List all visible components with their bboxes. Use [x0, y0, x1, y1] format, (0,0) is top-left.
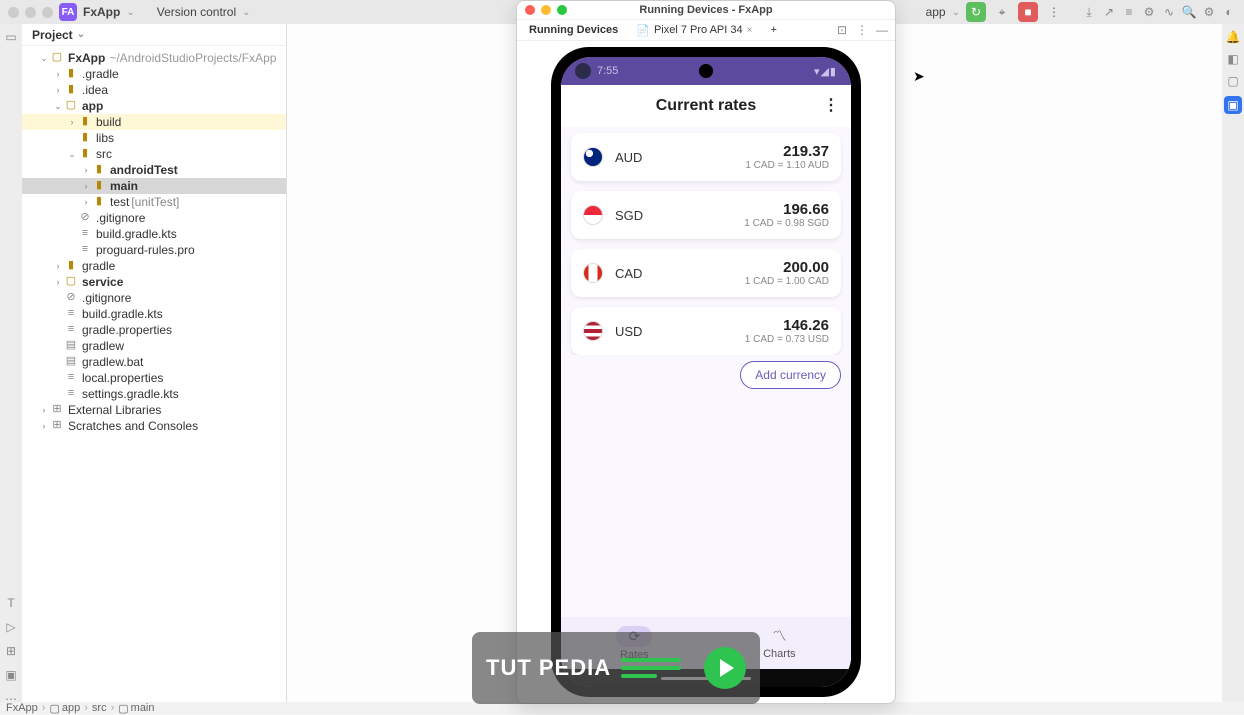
- chevron-down-icon[interactable]: ⌄: [952, 7, 960, 18]
- project-tool-window: Project⌄ ⌄▢FxApp~/AndroidStudioProjects/…: [22, 24, 287, 702]
- rate-card[interactable]: SGD 196.661 CAD = 0.98 SGD: [571, 191, 841, 239]
- rate-value: 146.26: [745, 317, 829, 334]
- notifications-icon[interactable]: 🔔: [1226, 30, 1240, 44]
- device-tabs: Running Devices 📄Pixel 7 Pro API 34× + ⊡…: [517, 19, 895, 41]
- currency-code: USD: [615, 324, 642, 339]
- play-button[interactable]: [704, 647, 746, 689]
- emulator-frame: 7:55 ▾◢▮ Current rates ⋮ AUD219.371 CAD …: [551, 47, 861, 697]
- more-icon[interactable]: ⋮: [855, 23, 869, 37]
- flag-icon: [583, 263, 603, 283]
- gradle-icon[interactable]: ◧: [1226, 52, 1240, 66]
- rate-sub: 1 CAD = 0.73 USD: [745, 334, 829, 345]
- commit-icon[interactable]: ↗: [1102, 5, 1116, 19]
- flag-icon: [583, 321, 603, 341]
- minimize-tool-icon[interactable]: —: [875, 23, 889, 37]
- project-tool-icon[interactable]: ▭: [4, 30, 18, 44]
- nav-charts[interactable]: 〽 Charts: [763, 626, 795, 660]
- currency-code: CAD: [615, 266, 642, 281]
- rate-sub: 1 CAD = 0.98 SGD: [744, 218, 829, 229]
- window-title: Running Devices - FxApp: [517, 4, 895, 16]
- terminal-icon[interactable]: ▣: [4, 668, 18, 682]
- overflow-menu-icon[interactable]: ⋮: [823, 95, 839, 115]
- running-devices-icon[interactable]: ▣: [1224, 96, 1242, 114]
- run-button[interactable]: ↻: [966, 2, 986, 22]
- more-actions-icon[interactable]: ⋮: [1044, 2, 1064, 22]
- overlay-brand: TUT PEDIA: [486, 655, 611, 681]
- version-control-menu[interactable]: Version control: [157, 5, 236, 19]
- add-currency-button[interactable]: Add currency: [740, 361, 841, 389]
- page-title: Current rates: [656, 97, 756, 115]
- profiler-icon[interactable]: ∿: [1162, 5, 1176, 19]
- chevron-down-icon[interactable]: ⌄: [242, 7, 250, 18]
- sync-icon[interactable]: ≡: [1122, 5, 1136, 19]
- rate-sub: 1 CAD = 1.00 CAD: [745, 276, 829, 287]
- tutpedia-overlay[interactable]: TUT PEDIA: [472, 632, 760, 704]
- close-tab-icon[interactable]: ×: [747, 25, 753, 36]
- project-tree[interactable]: ⌄▢FxApp~/AndroidStudioProjects/FxApp ›▮.…: [22, 46, 286, 434]
- rate-value: 196.66: [744, 201, 829, 218]
- rate-card[interactable]: CAD 200.001 CAD = 1.00 CAD: [571, 249, 841, 297]
- device-manager-icon[interactable]: ▢: [1226, 74, 1240, 88]
- account-icon[interactable]: ◐: [1222, 5, 1236, 19]
- tab-running-devices[interactable]: Running Devices: [523, 20, 624, 40]
- add-tab-icon[interactable]: +: [764, 20, 782, 40]
- running-devices-window: Running Devices - FxApp Running Devices …: [516, 0, 896, 704]
- currency-code: AUD: [615, 150, 642, 165]
- project-icon: FA: [59, 3, 77, 21]
- rates-list[interactable]: AUD219.371 CAD = 1.10 AUDSGD196.661 CAD …: [561, 127, 851, 355]
- right-tool-stripe: 🔔 ◧ ▢ ▣: [1222, 24, 1244, 714]
- chevron-down-icon[interactable]: ⌄: [126, 7, 134, 18]
- android-statusbar: 7:55 ▾◢▮: [561, 57, 851, 85]
- stop-button[interactable]: ■: [1018, 2, 1038, 22]
- tab-device[interactable]: 📄Pixel 7 Pro API 34×: [630, 20, 758, 40]
- debug-button[interactable]: ⌖: [992, 2, 1012, 22]
- build-variants-icon[interactable]: ⊞: [4, 644, 18, 658]
- snapshot-icon[interactable]: ⊡: [835, 23, 849, 37]
- settings-icon[interactable]: ⚙: [1202, 5, 1216, 19]
- status-time: 7:55: [597, 65, 618, 77]
- camera-cutout: [699, 64, 713, 78]
- search-icon[interactable]: 🔍: [1182, 5, 1196, 19]
- rate-card[interactable]: AUD 219.371 CAD = 1.10 AUD: [571, 133, 841, 181]
- project-name[interactable]: FxApp: [83, 5, 120, 19]
- chart-icon: 〽: [772, 626, 786, 646]
- app-header: Current rates ⋮: [561, 85, 851, 127]
- rate-value: 200.00: [745, 259, 829, 276]
- status-indicators: ▾◢▮: [814, 65, 837, 78]
- selected-tree-item[interactable]: ›▮main: [22, 178, 286, 194]
- rate-sub: 1 CAD = 1.10 AUD: [745, 160, 829, 171]
- gear-icon[interactable]: ⚙: [1142, 5, 1156, 19]
- flag-icon: [583, 147, 603, 167]
- structure-icon[interactable]: T: [4, 596, 18, 610]
- emulator-screen[interactable]: 7:55 ▾◢▮ Current rates ⋮ AUD219.371 CAD …: [561, 57, 851, 687]
- currency-code: SGD: [615, 208, 643, 223]
- flag-icon: [583, 205, 603, 225]
- run-config-selector[interactable]: app: [926, 5, 946, 19]
- rate-value: 219.37: [745, 143, 829, 160]
- window-titlebar[interactable]: Running Devices - FxApp: [517, 1, 895, 19]
- project-header[interactable]: Project⌄: [22, 24, 286, 46]
- left-tool-stripe: ▭ T ▷ ⊞ ▣ ⋯: [0, 24, 22, 714]
- mac-traffic-lights[interactable]: [8, 7, 53, 18]
- update-icon[interactable]: ⤓: [1082, 5, 1096, 19]
- rate-card[interactable]: USD 146.261 CAD = 0.73 USD: [571, 307, 841, 355]
- overlay-lines-icon: [621, 658, 681, 678]
- bookmarks-icon[interactable]: ▷: [4, 620, 18, 634]
